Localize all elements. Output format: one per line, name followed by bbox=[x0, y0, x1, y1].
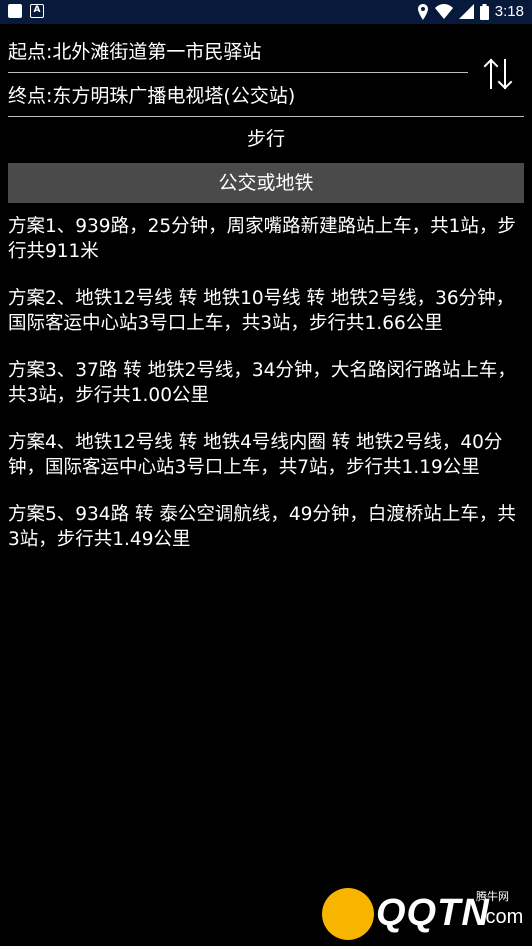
route-plan-item[interactable]: 方案1、939路，25分钟，周家嘴路新建路站上车，共1站，步行共911米 bbox=[8, 214, 524, 264]
end-field[interactable]: 终点:东方明珠广播电视塔(公交站) bbox=[8, 84, 468, 108]
wifi-icon bbox=[434, 4, 453, 19]
route-plan-item[interactable]: 方案4、地铁12号线 转 地铁4号线内圈 转 地铁2号线，40分钟，国际客运中心… bbox=[8, 430, 524, 480]
route-plans-list: 方案1、939路，25分钟，周家嘴路新建路站上车，共1站，步行共911米 方案2… bbox=[8, 214, 524, 574]
route-plan-item[interactable]: 方案5、934路 转 泰公空调航线，49分钟，白渡桥站上车，共3站，步行共1.4… bbox=[8, 502, 524, 552]
walk-mode-button[interactable]: 步行 bbox=[8, 120, 524, 158]
watermark-suffix: .com bbox=[480, 906, 524, 928]
route-plan-item[interactable]: 方案2、地铁12号线 转 地铁10号线 转 地铁2号线，36分钟，国际客运中心站… bbox=[8, 286, 524, 336]
notification-square-icon bbox=[8, 4, 22, 18]
start-divider bbox=[8, 72, 468, 73]
status-time: 3:18 bbox=[494, 3, 524, 20]
watermark-brand: QQTN bbox=[376, 892, 490, 934]
route-plan-item[interactable]: 方案3、37路 转 地铁2号线，34分钟，大名路闵行路站上车，共3站，步行共1.… bbox=[8, 358, 524, 408]
start-field[interactable]: 起点:北外滩街道第一市民驿站 bbox=[8, 40, 468, 64]
status-bar: A 3:18 bbox=[0, 0, 532, 24]
a-badge-icon: A bbox=[30, 4, 44, 18]
swap-vertical-icon[interactable] bbox=[480, 56, 516, 92]
transit-mode-button[interactable]: 公交或地铁 bbox=[8, 163, 524, 203]
qqtn-logo-icon bbox=[322, 888, 374, 940]
battery-icon bbox=[479, 3, 489, 20]
end-divider bbox=[8, 116, 524, 117]
location-icon bbox=[417, 3, 428, 20]
signal-icon bbox=[458, 4, 474, 19]
